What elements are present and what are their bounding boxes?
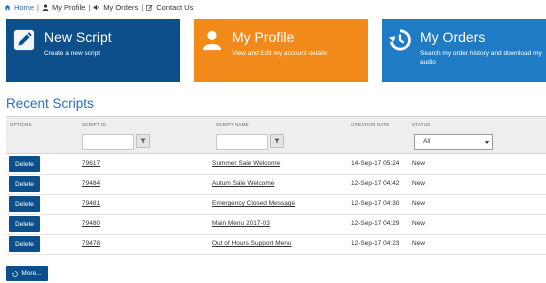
status-filter-value: All	[423, 138, 431, 145]
column-header-creation-date[interactable]: CREATION DATE	[351, 122, 389, 127]
speaker-icon	[93, 4, 99, 10]
nav-orders-link[interactable]: My Orders	[93, 3, 138, 12]
script-name-filter-input[interactable]	[216, 134, 268, 150]
row-divider	[6, 254, 546, 255]
more-button[interactable]: More...	[6, 266, 48, 281]
column-header-script-id[interactable]: SCRIPT ID	[82, 122, 106, 127]
script-id-link[interactable]: 79484	[82, 180, 100, 187]
table-row: Delete 79484 Autum Sale Welcome 12-Sep-1…	[6, 175, 546, 195]
home-icon	[4, 4, 11, 10]
script-id-link[interactable]: 79481	[82, 200, 100, 207]
nav-separator: |	[88, 2, 91, 12]
nav-separator: |	[37, 2, 39, 12]
script-name-link[interactable]: Emergency Closed Message	[212, 200, 295, 207]
new-script-tile[interactable]: New Script Create a new script	[6, 19, 180, 82]
nav-profile-link[interactable]: My Profile	[42, 3, 85, 12]
table-row: Delete 79481 Emergency Closed Message 12…	[6, 195, 546, 215]
history-icon	[12, 270, 19, 277]
script-id-link[interactable]: 79478	[82, 240, 100, 247]
status-value: New	[412, 220, 426, 227]
creation-date: 14-Sep-17 05:24	[351, 160, 400, 167]
script-name-link[interactable]: Main Menu 2017-03	[212, 220, 270, 227]
filter-icon	[274, 138, 280, 144]
my-orders-subtitle: Search my order history and download my …	[420, 50, 542, 66]
recent-scripts-heading: Recent Scripts	[6, 96, 94, 111]
column-header-options: OPTIONS	[10, 122, 32, 127]
nav-contact-link[interactable]: Contact Us	[146, 3, 193, 12]
table-row: Delete 79478 Out of Hours Support Menu 1…	[6, 235, 546, 255]
nav-orders-label: My Orders	[103, 2, 139, 12]
delete-button[interactable]: Delete	[9, 176, 40, 192]
creation-date: 12-Sep-17 04:42	[351, 180, 400, 187]
new-script-title: New Script	[44, 29, 112, 45]
delete-button[interactable]: Delete	[9, 196, 40, 212]
filter-icon	[140, 138, 146, 144]
column-header-script-name[interactable]: SCRIPT NAME	[216, 122, 249, 127]
script-name-link[interactable]: Autum Sale Welcome	[212, 180, 274, 187]
delete-button[interactable]: Delete	[9, 216, 40, 232]
top-nav: Home | My Profile | My Orders | Contact …	[4, 1, 193, 13]
table-row: Delete 79617 Summer Sale Welcome 14-Sep-…	[6, 155, 546, 175]
nav-contact-label: Contact Us	[156, 2, 194, 12]
user-icon	[202, 30, 222, 51]
nav-home-link[interactable]: Home	[4, 3, 34, 12]
pencil-icon	[13, 29, 35, 51]
my-profile-title: My Profile	[232, 29, 295, 45]
status-value: New	[412, 160, 426, 167]
more-button-label: More...	[21, 270, 42, 277]
history-icon	[389, 29, 411, 51]
delete-button[interactable]: Delete	[9, 236, 40, 252]
script-id-filter-input[interactable]	[82, 134, 134, 150]
script-id-link[interactable]: 79480	[82, 220, 100, 227]
nav-profile-label: My Profile	[51, 2, 86, 12]
edit-icon	[146, 4, 153, 11]
user-icon	[42, 4, 49, 11]
my-profile-tile[interactable]: My Profile View and Edit my account deta…	[194, 19, 368, 82]
creation-date: 12-Sep-17 04:29	[351, 220, 400, 227]
script-name-link[interactable]: Out of Hours Support Menu	[212, 240, 292, 247]
creation-date: 12-Sep-17 04:30	[351, 200, 400, 207]
my-profile-subtitle: View and Edit my account details	[232, 50, 328, 57]
script-id-filter-button[interactable]	[136, 134, 150, 148]
new-script-subtitle: Create a new script	[44, 50, 100, 57]
status-value: New	[412, 240, 426, 247]
scripts-grid-header: OPTIONS SCRIPT ID SCRIPT NAME CREATION D…	[6, 116, 546, 154]
chevron-down-icon	[485, 141, 489, 144]
script-name-link[interactable]: Summer Sale Welcome	[212, 160, 280, 167]
script-name-filter-button[interactable]	[270, 134, 284, 148]
my-orders-title: My Orders	[420, 29, 486, 45]
nav-separator: |	[141, 2, 144, 12]
status-value: New	[412, 180, 426, 187]
status-value: New	[412, 200, 426, 207]
delete-button[interactable]: Delete	[9, 156, 40, 172]
nav-home-label: Home	[14, 2, 35, 12]
status-filter-select[interactable]: All	[414, 134, 493, 150]
script-id-link[interactable]: 79617	[82, 160, 100, 167]
column-header-status[interactable]: STATUS	[412, 122, 430, 127]
my-orders-tile[interactable]: My Orders Search my order history and do…	[382, 19, 546, 82]
table-row: Delete 79480 Main Menu 2017-03 12-Sep-17…	[6, 215, 546, 235]
creation-date: 12-Sep-17 04:23	[351, 240, 400, 247]
